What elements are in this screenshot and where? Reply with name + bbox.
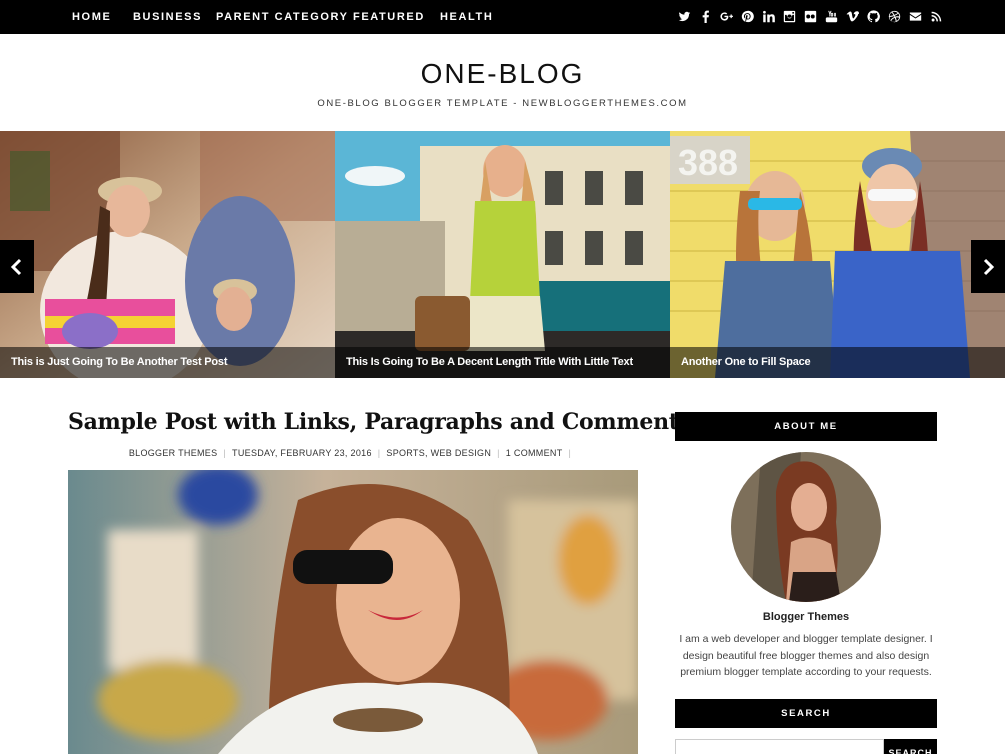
vimeo-icon[interactable] [846, 9, 859, 23]
avatar-image [731, 452, 881, 602]
about-name: Blogger Themes [762, 611, 850, 623]
slider-prev-button[interactable] [0, 240, 34, 293]
instagram-icon[interactable] [783, 9, 796, 23]
search-button[interactable]: SEARCH [884, 739, 937, 754]
slide-3[interactable]: 388 Another One to Fill Space [670, 131, 1005, 378]
about-text: I am a web developer and blogger templat… [679, 633, 933, 678]
flickr-icon[interactable] [804, 9, 817, 23]
slide-caption[interactable]: This Is Going To Be A Decent Length Titl… [335, 347, 670, 378]
dribbble-icon[interactable] [888, 9, 901, 23]
featured-slider: This is Just Going To Be Another Test Po… [0, 131, 1005, 378]
search-input[interactable] [675, 739, 884, 754]
post-comments-link[interactable]: 1 COMMENT [506, 448, 563, 458]
email-icon[interactable] [909, 9, 922, 23]
github-icon[interactable] [867, 9, 880, 23]
site-description: ONE-BLOG BLOGGER TEMPLATE - NEWBLOGGERTH… [317, 98, 688, 109]
nav-featured[interactable]: FEATURED [353, 11, 425, 23]
chevron-left-icon [10, 258, 22, 275]
post-featured-image[interactable] [68, 470, 638, 754]
slide-caption[interactable]: This is Just Going To Be Another Test Po… [0, 347, 335, 378]
youtube-icon[interactable] [825, 9, 838, 23]
post-date[interactable]: TUESDAY, FEBRUARY 23, 2016 [232, 448, 372, 458]
post-meta: BLOGGER THEMES | TUESDAY, FEBRUARY 23, 201… [128, 448, 572, 458]
slide-2[interactable]: This Is Going To Be A Decent Length Titl… [335, 131, 670, 378]
nav-health[interactable]: HEALTH [440, 11, 493, 23]
nav-parent-category[interactable]: PARENT CATEGORY [216, 11, 349, 23]
avatar [731, 452, 881, 602]
search-widget-heading: SEARCH [675, 699, 937, 728]
about-widget-heading: ABOUT ME [675, 412, 937, 441]
slide-caption[interactable]: Another One to Fill Space [670, 347, 1005, 378]
pinterest-icon[interactable] [741, 9, 754, 23]
post-labels[interactable]: SPORTS, WEB DESIGN [386, 448, 491, 458]
slide-image [335, 131, 670, 378]
linkedin-icon[interactable] [762, 9, 775, 23]
post-author[interactable]: BLOGGER THEMES [129, 448, 218, 458]
rss-icon[interactable] [930, 9, 943, 23]
slide-image: 388 [670, 131, 1005, 378]
post-image-graphic [68, 470, 638, 754]
svg-text:388: 388 [678, 142, 738, 183]
nav-home[interactable]: HOME [72, 11, 111, 23]
post-title[interactable]: Sample Post with Links, Paragraphs and C… [68, 409, 691, 435]
slide-image [0, 131, 335, 378]
nav-business[interactable]: BUSINESS [133, 11, 202, 23]
social-links [678, 9, 943, 25]
slide-1[interactable]: This is Just Going To Be Another Test Po… [0, 131, 335, 378]
top-navbar: HOME BUSINESS PARENT CATEGORY FEATURED H… [0, 0, 1005, 34]
google-plus-icon[interactable] [720, 9, 733, 23]
twitter-icon[interactable] [678, 9, 691, 23]
facebook-icon[interactable] [699, 9, 712, 23]
chevron-right-icon [983, 258, 995, 275]
slider-next-button[interactable] [971, 240, 1005, 293]
site-title[interactable]: ONE-BLOG [0, 58, 1005, 90]
